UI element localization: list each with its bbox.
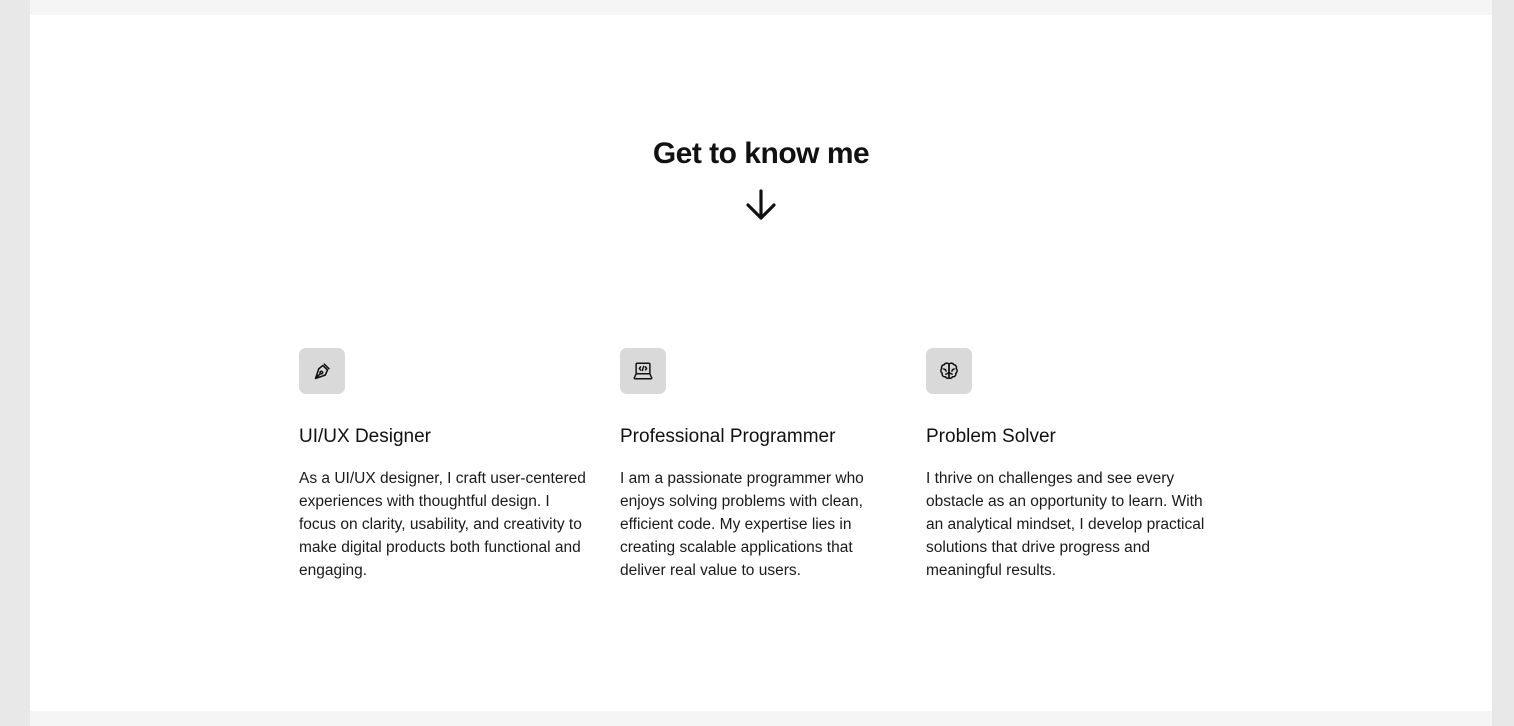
laptop-code-icon — [620, 348, 666, 394]
pen-nib-icon — [299, 348, 345, 394]
about-section: Get to know me UI/UX Designer As a UI/UX… — [30, 15, 1492, 711]
card-title: Professional Programmer — [620, 426, 836, 447]
skill-card-problem-solver: Problem Solver I thrive on challenges an… — [926, 348, 1216, 582]
arrow-down-icon[interactable] — [743, 187, 779, 223]
page: Get to know me UI/UX Designer As a UI/UX… — [30, 0, 1492, 726]
card-description: As a UI/UX designer, I craft user-center… — [299, 470, 586, 579]
skill-card-uiux: UI/UX Designer As a UI/UX designer, I cr… — [299, 348, 589, 582]
section-title: Get to know me — [652, 137, 870, 170]
card-title: UI/UX Designer — [299, 426, 431, 447]
skill-card-programmer: Professional Programmer I am a passionat… — [620, 348, 890, 582]
card-title: Problem Solver — [926, 426, 1056, 447]
card-description: I am a passionate programmer who enjoys … — [620, 470, 864, 579]
brain-icon — [926, 348, 972, 394]
card-description: I thrive on challenges and see every obs… — [926, 470, 1205, 579]
